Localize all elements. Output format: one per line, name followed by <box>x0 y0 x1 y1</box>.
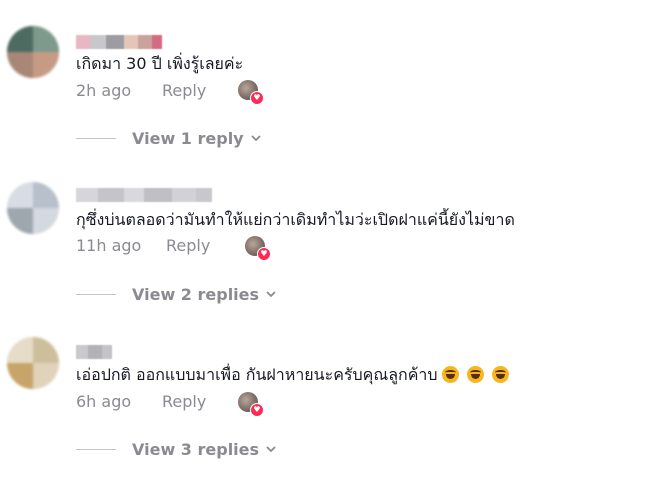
creator-liked-avatar-icon: ♥ <box>238 392 264 417</box>
face-with-tears-of-joy-emoji <box>441 366 459 383</box>
reply-button[interactable]: Reply <box>162 392 206 411</box>
view-replies-label: View 3 replies <box>132 439 260 459</box>
view-replies-button[interactable]: View 3 replies <box>76 438 277 460</box>
face-with-tears-of-joy-emoji <box>466 366 484 383</box>
comment-text: เอ่อปกติ ออกแบบมาเพื่อ กันฝาหายนะครับคุณ… <box>76 365 509 385</box>
timestamp: 6h ago <box>76 391 132 411</box>
face-with-tears-of-joy-emoji <box>491 366 509 383</box>
divider <box>76 448 116 450</box>
chevron-down-icon <box>266 446 276 453</box>
comment-item: เอ่อปกติ ออกแบบมาเพื่อ กันฝาหายนะครับคุณ… <box>0 0 663 485</box>
heart-icon: ♥ <box>250 403 264 417</box>
comment-meta: 6h ago Reply <box>76 390 206 412</box>
avatar[interactable] <box>7 337 59 389</box>
username[interactable] <box>76 345 112 359</box>
